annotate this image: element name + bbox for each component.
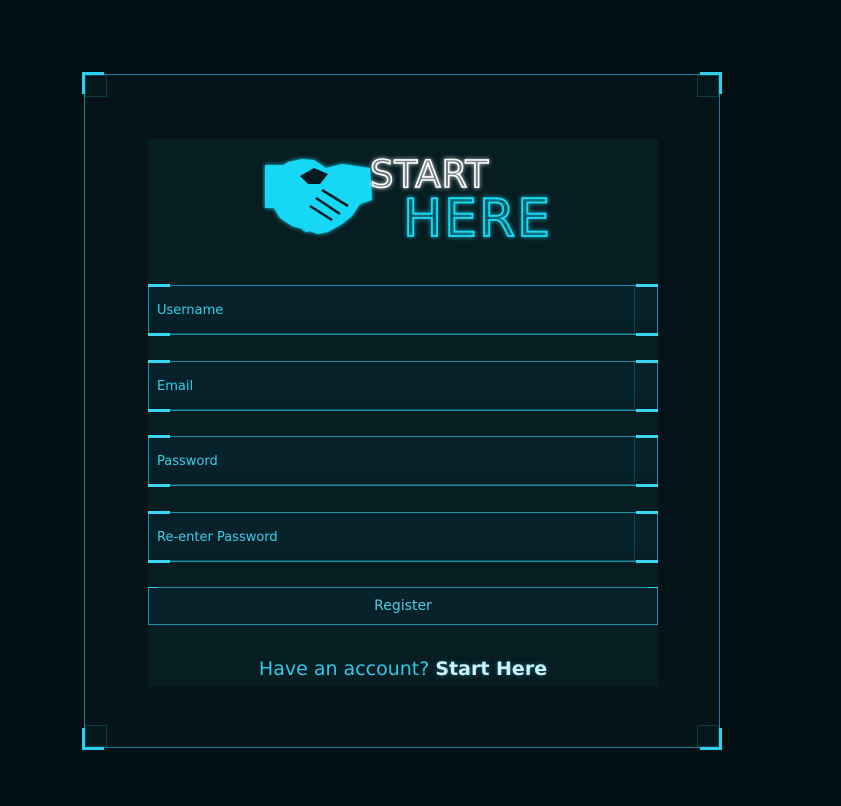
frame-corner — [700, 72, 722, 94]
field-corner — [148, 409, 170, 412]
field-corner — [636, 484, 658, 487]
password-field — [148, 435, 658, 487]
email-input[interactable] — [149, 362, 657, 410]
signin-prompt: Have an account? Start Here — [148, 658, 658, 680]
field-corner — [148, 560, 170, 563]
email-field — [148, 360, 658, 412]
password-input[interactable] — [149, 437, 657, 485]
username-input[interactable] — [149, 286, 657, 334]
reenter-password-input[interactable] — [149, 513, 657, 561]
logo-line2: HERE — [403, 189, 552, 245]
handshake-icon — [265, 159, 372, 234]
frame-corner — [82, 72, 104, 94]
start-here-logo: START HERE — [265, 152, 552, 245]
signin-prompt-text: Have an account? — [258, 658, 436, 680]
field-corner — [636, 560, 658, 563]
frame-corner — [700, 728, 722, 750]
reenter-password-field — [148, 511, 658, 563]
frame-corner — [82, 728, 104, 750]
field-corner — [636, 333, 658, 336]
field-corner — [148, 333, 170, 336]
username-field — [148, 284, 658, 336]
register-button[interactable]: Register — [148, 587, 658, 625]
field-corner — [148, 484, 170, 487]
start-here-link[interactable]: Start Here — [435, 658, 547, 680]
field-corner — [636, 409, 658, 412]
